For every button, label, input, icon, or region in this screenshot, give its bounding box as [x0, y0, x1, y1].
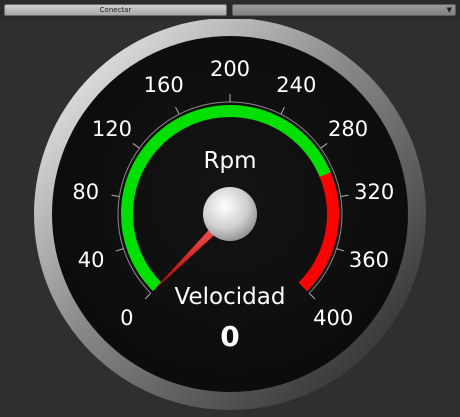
- connect-button[interactable]: Conectar: [4, 4, 227, 16]
- tick-label-400: 400: [313, 306, 353, 330]
- tick-label-320: 320: [354, 180, 394, 204]
- gauge-title: Velocidad: [175, 284, 286, 310]
- tick-label-0: 0: [120, 306, 133, 330]
- gauge-svg: 0 40 80 120 160 200 240 280 320 360 400 Rpm Veloci…: [34, 19, 426, 410]
- tick-label-160: 160: [144, 73, 184, 97]
- needle-cap: [203, 187, 257, 241]
- port-select[interactable]: ▼: [232, 4, 456, 16]
- tick-label-80: 80: [72, 180, 99, 204]
- tick-label-360: 360: [349, 248, 389, 272]
- unit-label: Rpm: [204, 148, 257, 174]
- chevron-down-icon[interactable]: ▼: [447, 6, 452, 15]
- tick-label-240: 240: [276, 73, 316, 97]
- toolbar: Conectar ▼: [0, 0, 460, 19]
- tick-label-40: 40: [78, 248, 105, 272]
- speed-gauge: 0 40 80 120 160 200 240 280 320 360 400 Rpm Veloci…: [0, 19, 460, 417]
- tick-label-280: 280: [328, 117, 368, 141]
- tick-label-200: 200: [210, 57, 250, 81]
- tick-label-120: 120: [92, 117, 132, 141]
- speed-value: 0: [220, 320, 239, 353]
